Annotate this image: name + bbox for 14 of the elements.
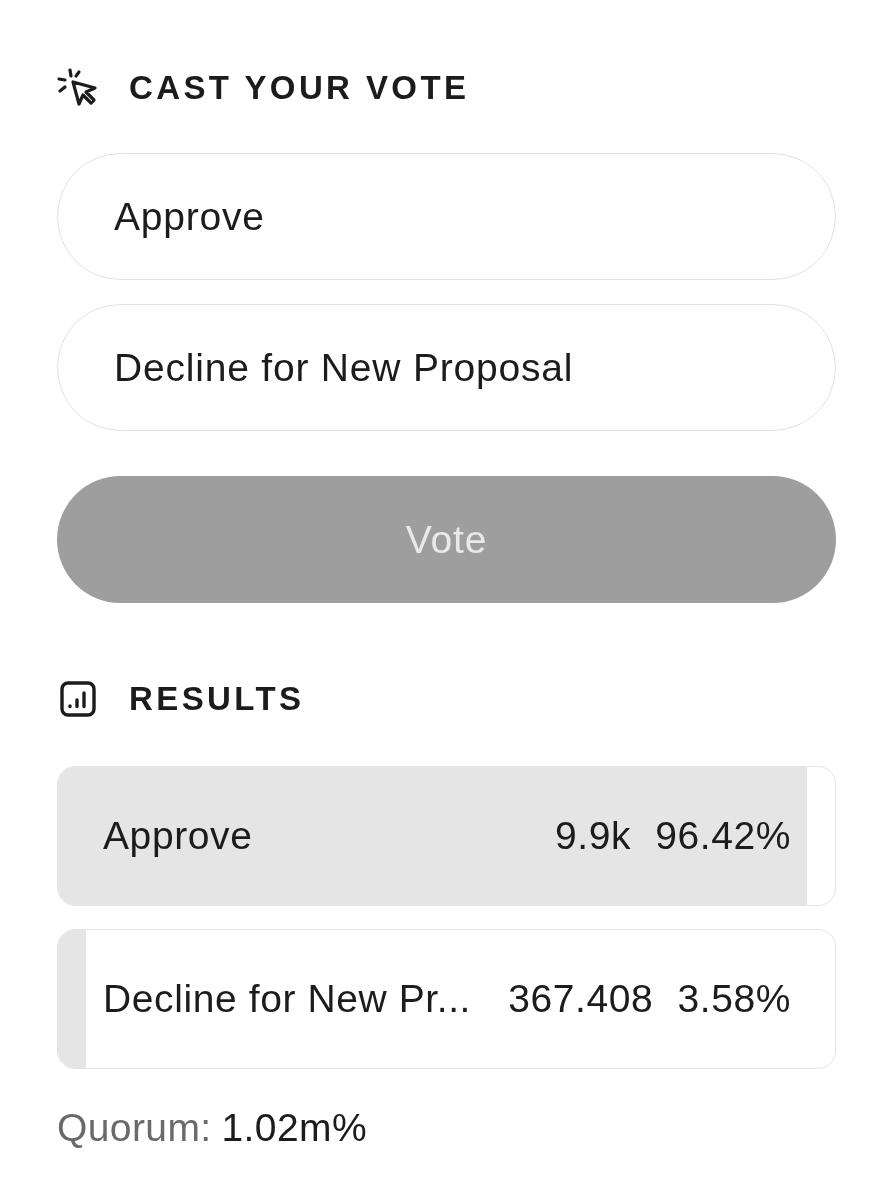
option-name: Decline for New Pr... [103,977,473,1021]
vote-count: 9.9k [555,814,632,858]
bar-chart-icon [57,679,99,719]
option-name: Approve [103,814,254,858]
section-title: RESULTS [129,679,305,719]
section-title: CAST YOUR VOTE [129,68,470,108]
vote-option[interactable]: Approve [57,153,836,280]
vote-count: 367.408 [508,977,654,1021]
quorum-label: Quorum: [57,1105,212,1151]
vote-percent: 3.58% [677,977,791,1021]
cursor-click-icon [57,68,99,108]
vote-percent: 96.42% [655,814,791,858]
vote-option[interactable]: Decline for New Proposal [57,304,836,431]
quorum-value: 1.02m% [221,1105,367,1151]
